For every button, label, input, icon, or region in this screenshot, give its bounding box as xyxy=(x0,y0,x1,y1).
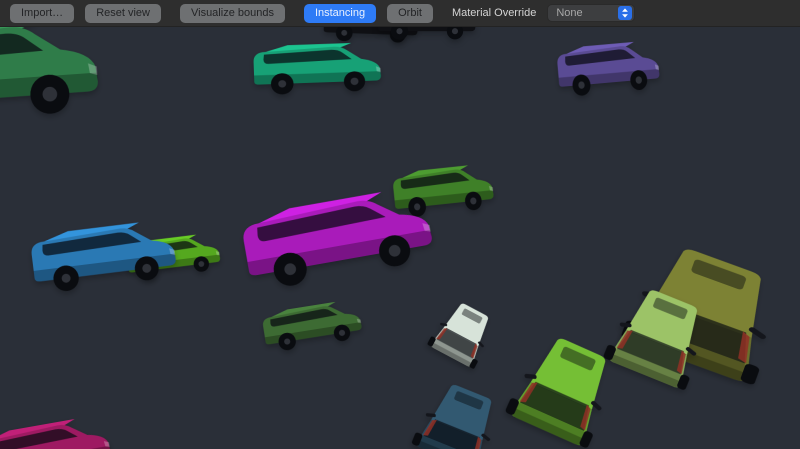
car-light-green-right xyxy=(594,278,721,401)
viewport-3d[interactable] xyxy=(0,27,800,449)
material-override-value: None xyxy=(556,7,582,19)
car-underbody-b xyxy=(372,27,484,48)
import-button[interactable]: Import… xyxy=(10,4,74,23)
material-override-dropdown[interactable]: None xyxy=(547,4,635,22)
car-green-mid-right xyxy=(385,159,504,229)
car-lime-mid-left xyxy=(119,229,230,290)
orbit-button[interactable]: Orbit xyxy=(387,4,433,23)
model-viewer-window: Import… Reset view Visualize bounds Inst… xyxy=(0,0,800,449)
car-green-front-left xyxy=(0,27,122,148)
car-blue-mid-left xyxy=(20,213,192,307)
car-purple-top-right xyxy=(550,36,671,108)
dropdown-stepper-icon xyxy=(618,6,632,20)
instancing-button[interactable]: Instancing xyxy=(304,4,376,23)
reset-view-button[interactable]: Reset view xyxy=(85,4,161,23)
car-underbody-a xyxy=(317,27,427,52)
car-magenta-large xyxy=(227,177,455,310)
visualize-bounds-button[interactable]: Visualize bounds xyxy=(180,4,285,23)
car-olive-right xyxy=(608,231,799,398)
material-override-label: Material Override xyxy=(452,7,536,19)
car-dark-blue-bottom xyxy=(404,374,512,449)
car-green-bottom xyxy=(496,325,631,449)
car-dark-green-small xyxy=(255,295,374,363)
car-teal-top xyxy=(245,38,393,105)
toolbar: Import… Reset view Visualize bounds Inst… xyxy=(0,0,800,27)
car-white-small xyxy=(421,294,502,375)
car-magenta-corner xyxy=(0,408,127,449)
